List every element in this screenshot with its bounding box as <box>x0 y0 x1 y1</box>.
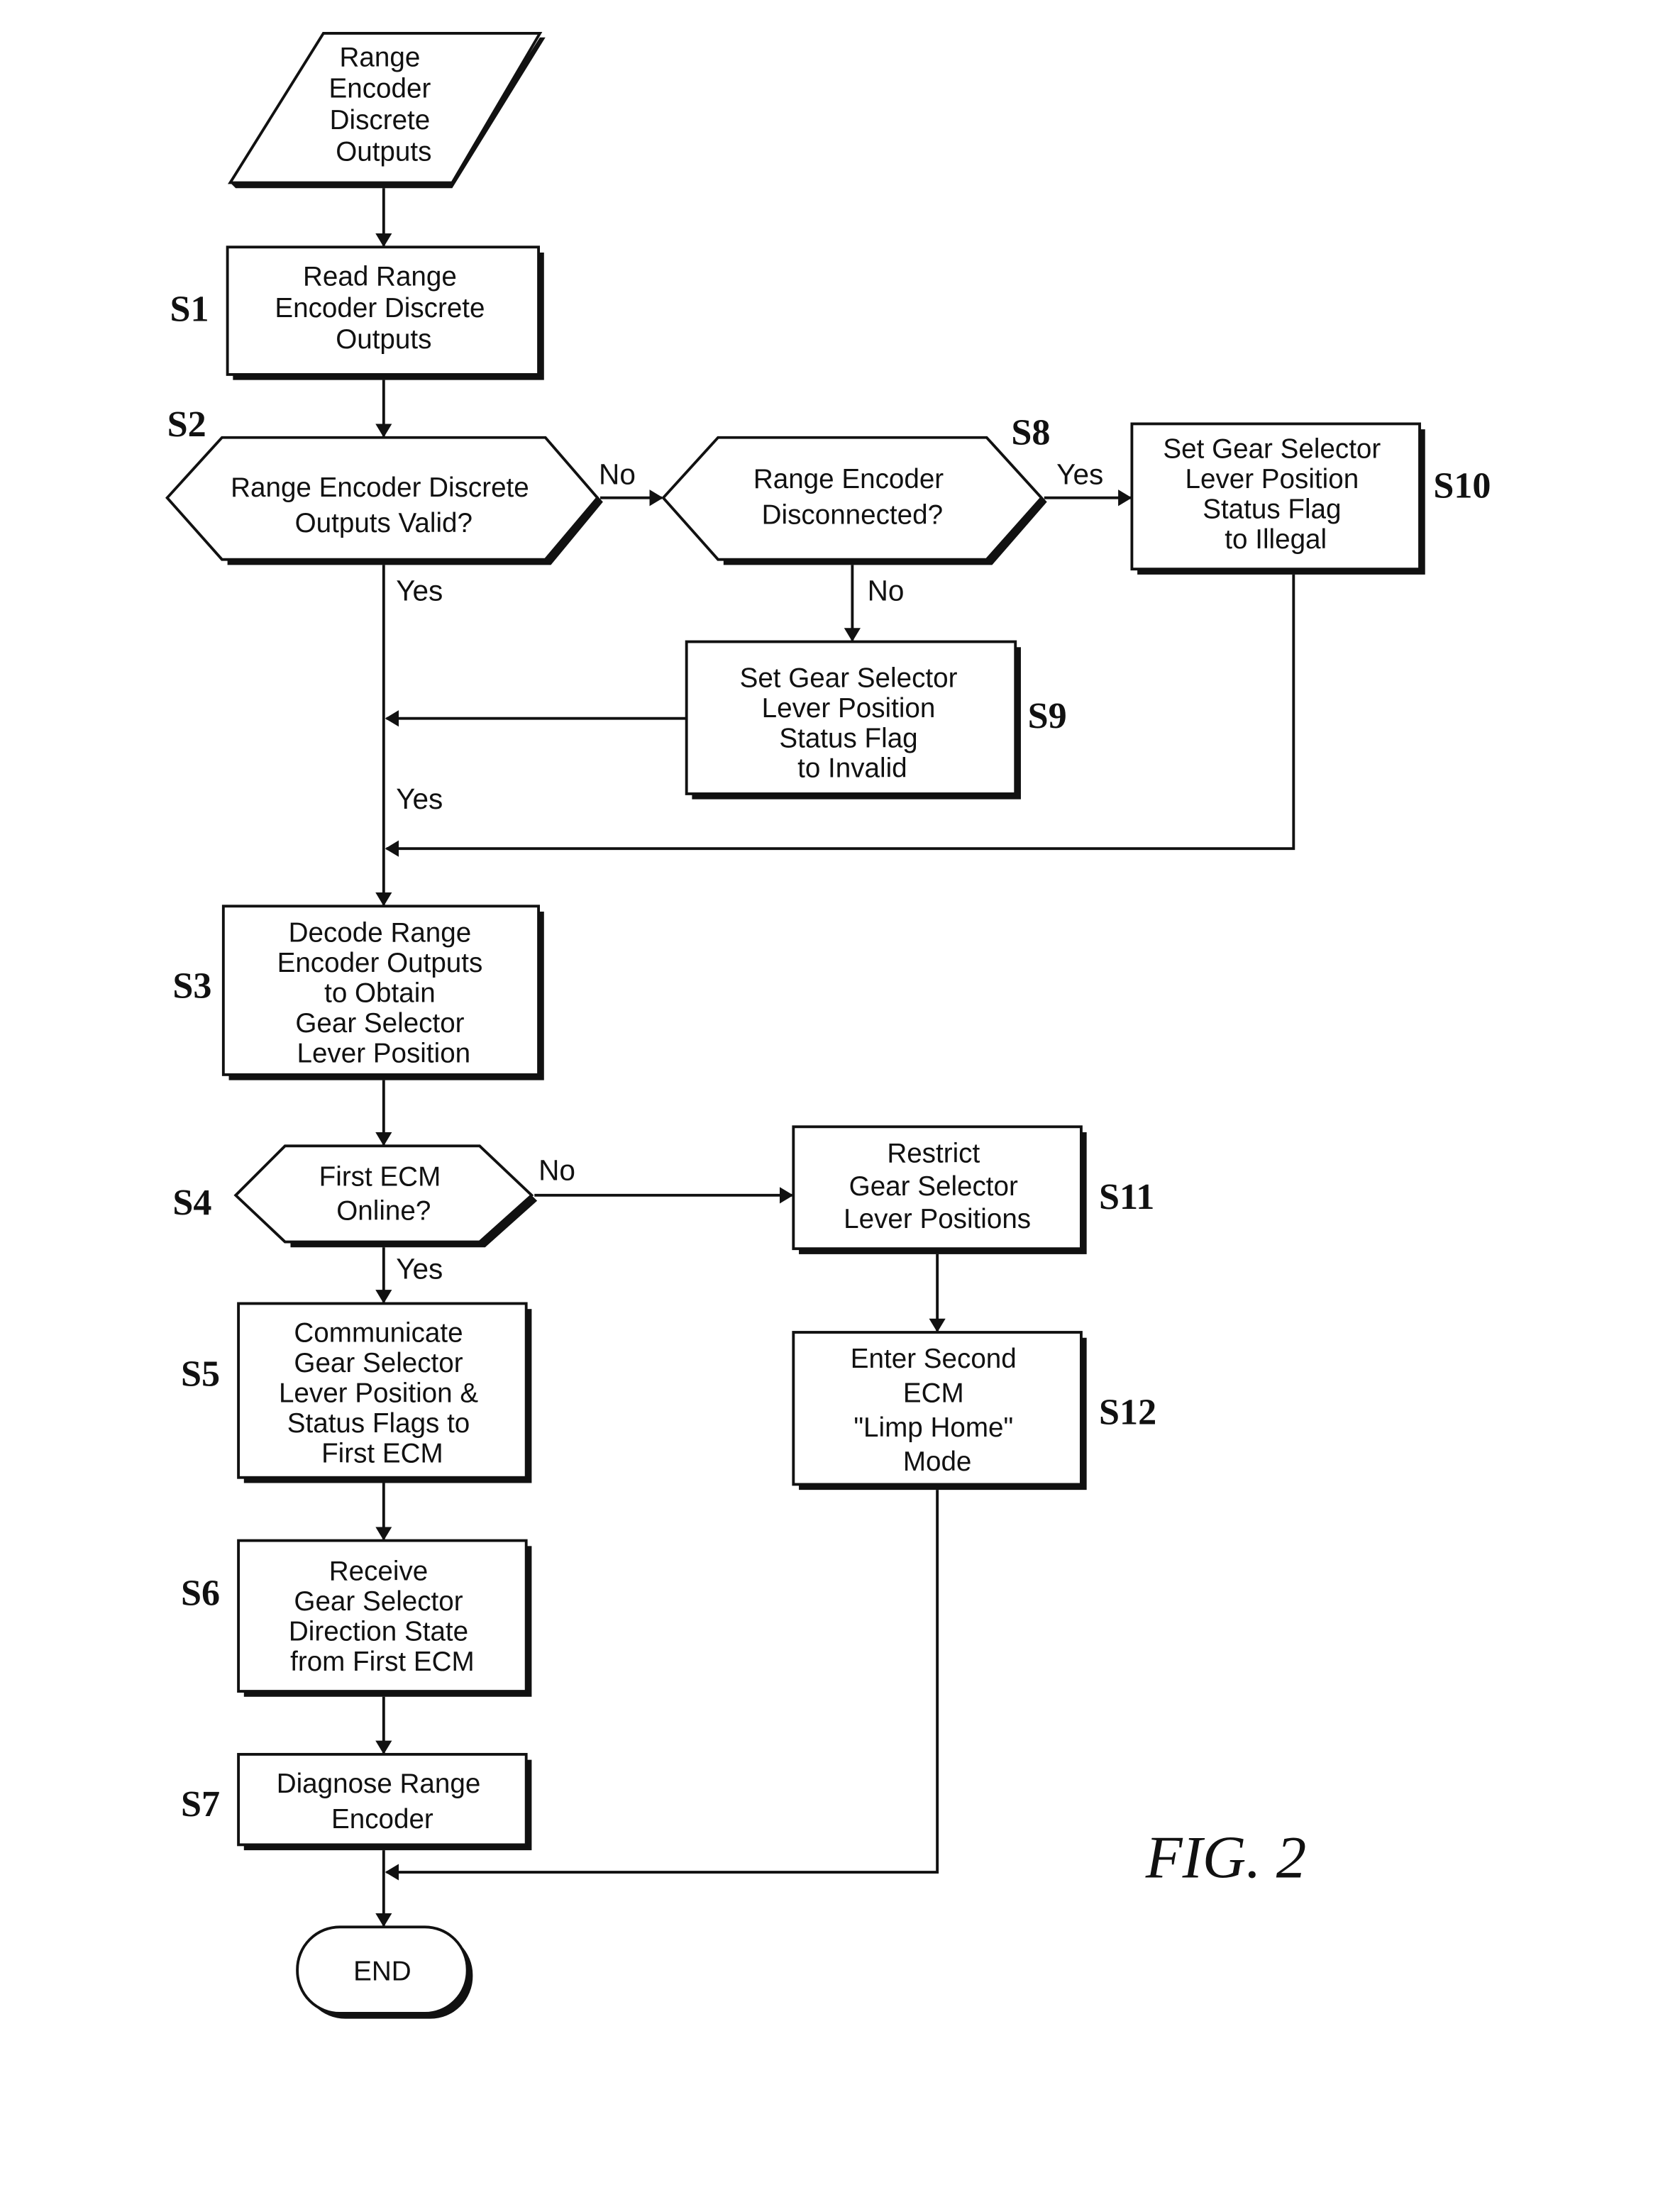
step-label-s3: S3 <box>172 966 211 1007</box>
edge-label-s4-yes: Yes <box>396 1253 443 1285</box>
step-s3-box: Decode Range Encoder Outputs to Obtain G… <box>221 905 544 1080</box>
step-label-s12: S12 <box>1099 1392 1156 1432</box>
step-label-s5: S5 <box>181 1354 220 1394</box>
edge-label-s8-no: No <box>868 575 905 607</box>
input-text: Range Encoder Discrete Outputs <box>329 42 439 167</box>
edge-label-s2-no: No <box>599 458 636 490</box>
step-s6-box: Receive Gear Selector Direction State fr… <box>237 1539 532 1697</box>
decision-s4: First ECM Online? <box>233 1144 538 1248</box>
step-label-s1: S1 <box>170 289 209 330</box>
edge-label-s2-yes: Yes <box>396 575 443 607</box>
step-label-s4: S4 <box>172 1183 211 1223</box>
step-s5-box: Communicate Gear Selector Lever Position… <box>237 1302 532 1483</box>
step-label-s9: S9 <box>1028 696 1067 736</box>
edge-label-s8-yes: Yes <box>1056 458 1103 490</box>
step-label-s6: S6 <box>181 1573 220 1613</box>
step-s7-box: Diagnose Range Encoder <box>237 1752 532 1851</box>
step-s11-box: Restrict Gear Selector Lever Positions <box>792 1125 1087 1254</box>
step-label-s2: S2 <box>167 404 206 445</box>
edge-label-merge-yes: Yes <box>396 782 443 815</box>
end-terminator: END <box>296 1925 473 2019</box>
step-label-s8: S8 <box>1011 412 1050 453</box>
step-s12-box: Enter Second ECM "Limp Home" Mode <box>792 1331 1087 1490</box>
svg-text:END: END <box>353 1957 411 1987</box>
decision-s2: Range Encoder Discrete Outputs Valid? <box>165 436 603 565</box>
decision-s8: Range Encoder Disconnected? <box>661 436 1047 565</box>
step-label-s10: S10 <box>1433 466 1491 507</box>
input-range-encoder-outputs: Range Encoder Discrete Outputs <box>228 32 546 189</box>
step-label-s7: S7 <box>181 1784 220 1825</box>
edge-label-s4-no: No <box>538 1154 575 1187</box>
flowchart: Range Encoder Discrete Outputs Read Rang… <box>165 32 1491 2019</box>
step-s9-box: Set Gear Selector Lever Position Status … <box>685 640 1021 800</box>
figure-label: FIG. 2 <box>1145 1825 1307 1891</box>
step-label-s11: S11 <box>1099 1177 1154 1217</box>
step-s1-box: Read Range Encoder Discrete Outputs <box>226 245 544 380</box>
step-s10-box: Set Gear Selector Lever Position Status … <box>1130 422 1425 575</box>
